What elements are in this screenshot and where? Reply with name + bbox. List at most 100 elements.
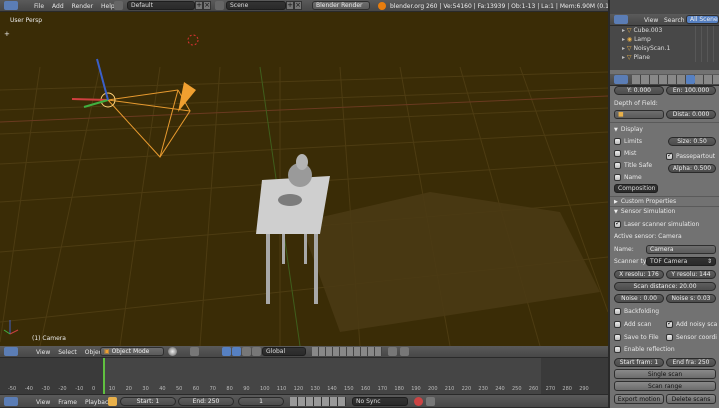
- shading-icon[interactable]: [168, 347, 177, 356]
- checkbox-icon[interactable]: [614, 150, 621, 157]
- sensor-coordinates-checkbox[interactable]: Sensor coordi: [666, 334, 717, 341]
- current-frame-line[interactable]: [103, 358, 105, 394]
- keying-set-icon[interactable]: [426, 397, 435, 406]
- scene-add-icon[interactable]: +: [286, 1, 294, 10]
- shift-y-field[interactable]: Y: 0.000: [614, 86, 664, 95]
- mist-checkbox[interactable]: Mist: [614, 150, 636, 157]
- enable-reflection-checkbox[interactable]: Enable reflection: [614, 346, 675, 353]
- dof-object-field[interactable]: ■: [614, 110, 664, 119]
- layer-buttons[interactable]: [312, 347, 382, 356]
- menu-help[interactable]: Help: [101, 3, 115, 10]
- limits-checkbox[interactable]: Limits: [614, 138, 642, 145]
- screen-add-icon[interactable]: +: [195, 1, 203, 10]
- editor-type-icon[interactable]: [614, 15, 628, 24]
- playback-controls[interactable]: [290, 397, 346, 406]
- add-scan-checkbox[interactable]: Add scan: [614, 321, 651, 328]
- x-resolution-field[interactable]: X resolu: 176: [614, 270, 664, 279]
- editor-type-icon[interactable]: [4, 1, 18, 10]
- title-safe-checkbox[interactable]: Title Safe: [614, 162, 652, 169]
- checkbox-icon[interactable]: [666, 151, 673, 160]
- single-scan-button[interactable]: Single scan: [614, 369, 716, 379]
- y-resolution-field[interactable]: Y resolu: 144: [666, 270, 716, 279]
- editor-type-icon[interactable]: [4, 397, 18, 406]
- toolshelf-plus-icon[interactable]: +: [4, 30, 10, 38]
- translate-icon[interactable]: [232, 347, 241, 356]
- scan-distance-field[interactable]: Scan distance: 20.00: [614, 282, 716, 291]
- manipulator-toggle-icon[interactable]: [222, 347, 231, 356]
- start-frame-field[interactable]: Start: 1: [120, 397, 176, 406]
- menu-add[interactable]: Add: [52, 3, 64, 10]
- scan-range-button[interactable]: Scan range: [614, 381, 716, 391]
- save-to-file-checkbox[interactable]: Save to File: [614, 334, 659, 341]
- screen-layout-icon[interactable]: [114, 1, 123, 10]
- delete-scans-button[interactable]: Delete scans: [666, 394, 716, 404]
- manipulator-x-arrow: [71, 98, 109, 101]
- mode-dropdown[interactable]: ▣ Object Mode: [100, 347, 164, 356]
- editor-type-icon[interactable]: [614, 75, 628, 84]
- backfolding-checkbox[interactable]: Backfolding: [614, 308, 659, 315]
- outliner-filter[interactable]: All Scenes: [686, 15, 719, 24]
- composition-dropdown[interactable]: Composition⇕: [614, 184, 658, 193]
- scale-icon[interactable]: [252, 347, 261, 356]
- screen-layout-field[interactable]: Default: [127, 1, 195, 10]
- export-motion-button[interactable]: Export motion: [614, 394, 664, 404]
- sensor-name-field[interactable]: Camera: [646, 245, 716, 254]
- checkbox-icon[interactable]: [666, 334, 673, 341]
- checkbox-icon[interactable]: [614, 321, 621, 328]
- scene-field[interactable]: Scene: [226, 1, 286, 10]
- orientation-dropdown[interactable]: Global: [262, 347, 306, 356]
- passepartout-alpha-field[interactable]: Alpha: 0.500: [668, 164, 716, 173]
- checkbox-icon[interactable]: [614, 346, 621, 353]
- screen-remove-icon[interactable]: ×: [203, 1, 211, 10]
- editor-type-icon[interactable]: [4, 347, 18, 356]
- end-frame-field[interactable]: End: 250: [178, 397, 234, 406]
- context-tabs[interactable]: [632, 75, 719, 84]
- checkbox-icon[interactable]: [614, 174, 621, 181]
- rotate-icon[interactable]: [242, 347, 251, 356]
- menu-select[interactable]: Select: [58, 349, 77, 356]
- scene-icon[interactable]: [215, 1, 224, 10]
- menu-frame[interactable]: Frame: [58, 399, 77, 406]
- dof-distance-field[interactable]: Dista: 0.000: [666, 110, 716, 119]
- custom-properties-panel-header[interactable]: ▶ Custom Properties: [614, 198, 676, 205]
- visibility-icons[interactable]: [690, 26, 718, 62]
- outliner: View Search All Scenes ▸ ▽ Cube.003 ▸ ◉ …: [608, 0, 719, 70]
- add-noisy-checkbox[interactable]: Add noisy sca: [666, 319, 717, 328]
- scanner-type-dropdown[interactable]: TOF Camera ⇕: [646, 257, 716, 266]
- noise-mu-field[interactable]: Noise : 0.00: [614, 294, 664, 303]
- display-size-field[interactable]: Size: 0.50: [668, 137, 716, 146]
- outliner-menu-view[interactable]: View: [644, 17, 658, 24]
- lock-camera-icon[interactable]: [388, 347, 397, 356]
- preview-range-icon[interactable]: [108, 397, 117, 406]
- laser-scanner-checkbox[interactable]: Laser scanner simulation: [614, 219, 699, 228]
- menu-view[interactable]: View: [36, 399, 50, 406]
- camera-data-tab-icon[interactable]: [686, 75, 695, 84]
- viewport-3d[interactable]: User Persp + (1) Camera: [0, 12, 608, 346]
- checkbox-icon[interactable]: [614, 308, 621, 315]
- noise-sigma-field[interactable]: Noise s: 0.03: [666, 294, 716, 303]
- outliner-menu-search[interactable]: Search: [664, 17, 685, 24]
- checkbox-icon[interactable]: [614, 334, 621, 341]
- menu-render[interactable]: Render: [72, 3, 93, 10]
- clip-end-field[interactable]: En: 100.000: [666, 86, 716, 95]
- name-checkbox[interactable]: Name: [614, 174, 642, 181]
- sync-dropdown[interactable]: No Sync: [352, 397, 408, 406]
- snap-icon[interactable]: [400, 347, 409, 356]
- checkbox-icon[interactable]: [614, 138, 621, 145]
- scene-remove-icon[interactable]: ×: [294, 1, 302, 10]
- passepartout-checkbox[interactable]: Passepartout: [666, 151, 715, 160]
- scan-start-frame-field[interactable]: Start fram: 1: [614, 358, 664, 367]
- display-panel-header[interactable]: ▼ Display: [614, 126, 643, 133]
- pivot-icon[interactable]: [190, 347, 199, 356]
- checkbox-icon[interactable]: [666, 319, 673, 328]
- checkbox-icon[interactable]: [614, 162, 621, 169]
- current-frame-field[interactable]: 1: [238, 397, 284, 406]
- menu-view[interactable]: View: [36, 349, 50, 356]
- record-icon[interactable]: [414, 397, 423, 406]
- checkbox-icon[interactable]: [614, 219, 621, 228]
- menu-file[interactable]: File: [34, 3, 44, 10]
- sensor-panel-header[interactable]: ▼ Sensor Simulation: [614, 208, 675, 215]
- scan-end-frame-field[interactable]: End fra: 250: [666, 358, 716, 367]
- save-to-file-label: Save to File: [624, 334, 659, 341]
- render-engine-dropdown[interactable]: Blender Render⇕: [312, 1, 370, 10]
